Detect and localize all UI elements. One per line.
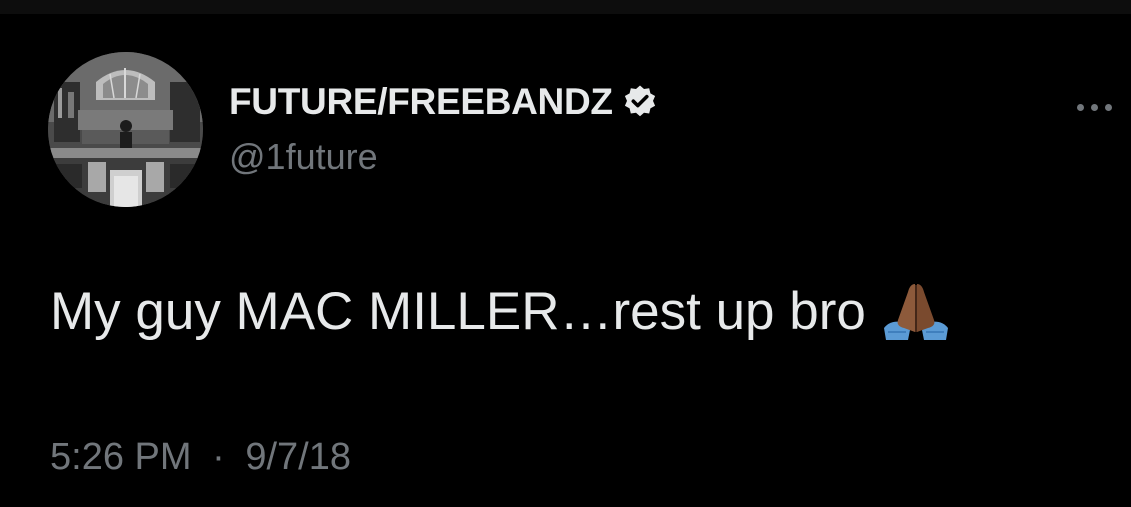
tweet-text: My guy MAC MILLER…rest up bro bbox=[50, 281, 866, 341]
author-handle[interactable]: @1future bbox=[229, 136, 378, 178]
tweet-body: My guy MAC MILLER…rest up bro bbox=[50, 280, 952, 342]
folded-hands-emoji-icon bbox=[880, 280, 952, 342]
more-dot-icon bbox=[1104, 103, 1112, 111]
tweet-time: 5:26 PM bbox=[50, 436, 192, 478]
more-dot-icon bbox=[1090, 103, 1098, 111]
more-options-button[interactable] bbox=[1068, 96, 1120, 118]
avatar[interactable] bbox=[48, 52, 203, 207]
courtroom-photo-icon bbox=[48, 52, 203, 207]
top-edge-strip bbox=[0, 0, 1131, 14]
more-dot-icon bbox=[1076, 103, 1084, 111]
tweet-card: FUTURE/FREEBANDZ @1future My guy MAC MIL… bbox=[0, 14, 1131, 507]
display-name[interactable]: FUTURE/FREEBANDZ bbox=[229, 81, 613, 123]
author-name-row: FUTURE/FREEBANDZ bbox=[229, 80, 658, 124]
tweet-date: 9/7/18 bbox=[245, 436, 351, 478]
verified-badge-icon[interactable] bbox=[622, 84, 658, 120]
timestamp-separator: · bbox=[212, 436, 225, 478]
tweet-timestamp[interactable]: 5:26 PM · 9/7/18 bbox=[50, 436, 351, 479]
